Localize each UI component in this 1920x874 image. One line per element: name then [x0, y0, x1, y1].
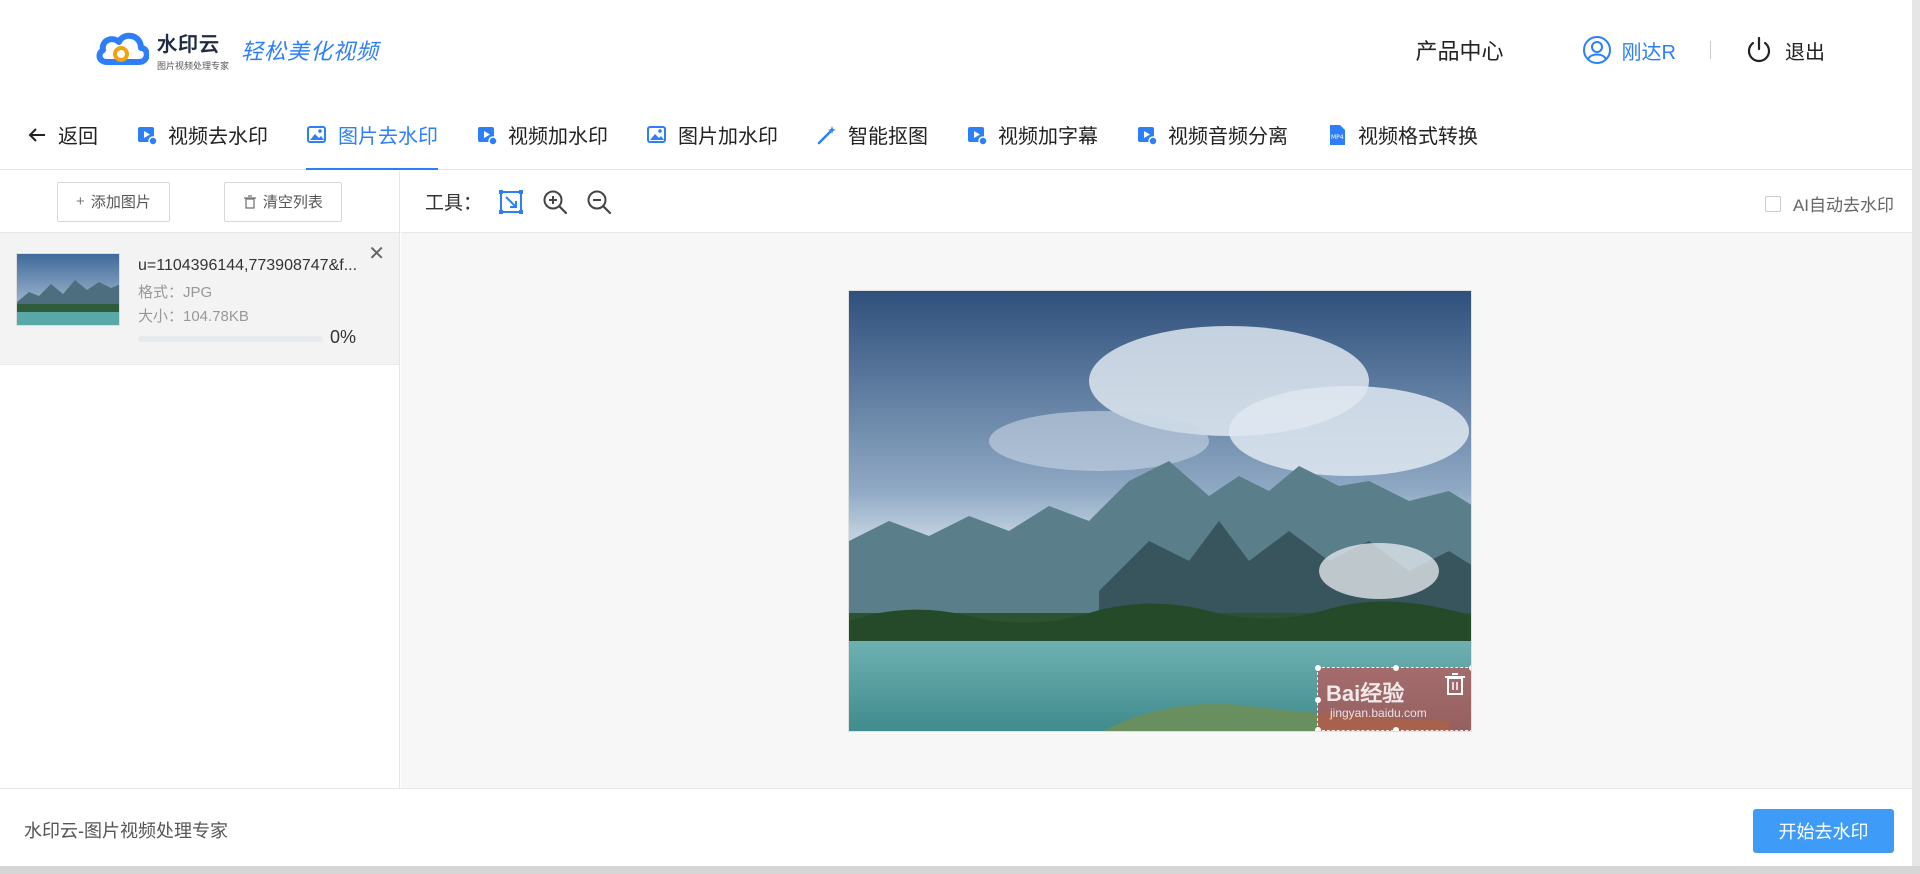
video-icon — [1138, 126, 1158, 146]
arrow-left-icon — [28, 127, 45, 142]
resize-handle[interactable] — [1469, 665, 1471, 671]
file-name: u=1104396144,773908747&f... — [138, 257, 358, 274]
magic-wand-icon — [817, 125, 836, 144]
top-header: 水印云 图片视频处理专家 轻松美化视频 产品中心 刚达R 退出 — [0, 0, 1920, 100]
select-area-icon — [499, 189, 524, 214]
tab-label: 图片去水印 — [338, 126, 438, 148]
back-label: 返回 — [58, 126, 98, 148]
clear-list-button[interactable]: 清空列表 — [223, 181, 342, 222]
tab-video-audio-separation[interactable]: 视频音频分离 — [1136, 100, 1288, 170]
resize-handle[interactable] — [1315, 665, 1321, 671]
image-icon — [307, 125, 326, 143]
user-menu[interactable]: 刚达R — [1582, 35, 1676, 65]
tool-nav: 返回 视频去水印 图片去水印 视频加水印 图片加水印 智能抠图 视频加字幕 视频… — [0, 100, 1920, 170]
watermark-url: jingyan.baidu.com — [1330, 706, 1427, 720]
file-size: 大小：104.78KB — [138, 308, 249, 325]
logo[interactable]: 水印云 图片视频处理专家 轻松美化视频 — [95, 28, 379, 72]
logo-subtitle: 图片视频处理专家 — [157, 61, 230, 71]
tab-video-add-watermark[interactable]: 视频加水印 — [476, 100, 608, 170]
back-button[interactable]: 返回 — [26, 100, 98, 170]
tab-label: 视频加字幕 — [998, 126, 1098, 148]
tab-label: 智能抠图 — [848, 126, 928, 148]
logout-button[interactable]: 退出 — [1745, 36, 1825, 65]
divider — [1710, 41, 1711, 59]
ai-auto-label: AI自动去水印 — [1792, 196, 1894, 215]
watermark-text: Bai经验 — [1326, 681, 1405, 706]
username: 刚达R — [1621, 41, 1676, 64]
tab-label: 图片加水印 — [678, 126, 778, 148]
file-thumbnail — [16, 253, 120, 326]
zoom-in-button[interactable] — [540, 187, 570, 217]
cloud-logo-icon — [96, 32, 149, 65]
footer-bar: 水印云-图片视频处理专家 开始去水印 — [0, 788, 1920, 864]
tab-label: 视频音频分离 — [1168, 126, 1288, 148]
mp4-file-icon: MP4 — [1330, 124, 1345, 145]
svg-text:MP4: MP4 — [1331, 134, 1344, 141]
resize-handle[interactable] — [1315, 697, 1321, 703]
ai-auto-remove-toggle[interactable]: AI自动去水印 — [1764, 191, 1894, 216]
ai-auto-checkbox[interactable] — [1764, 195, 1781, 212]
footer-caption: 水印云-图片视频处理专家 — [24, 821, 228, 841]
resize-handle[interactable] — [1393, 665, 1399, 671]
clear-list-label: 清空列表 — [262, 194, 323, 211]
tab-video-remove-watermark[interactable]: 视频去水印 — [136, 100, 268, 170]
file-format: 格式：JPG — [138, 284, 213, 301]
select-area-tool-button[interactable] — [496, 187, 526, 217]
image-icon — [647, 125, 666, 143]
trash-icon — [243, 194, 256, 209]
progress-text: 0% — [330, 327, 357, 347]
start-remove-watermark-button[interactable]: 开始去水印 — [1753, 809, 1894, 853]
resize-handle[interactable] — [1315, 727, 1321, 731]
tab-image-remove-watermark[interactable]: 图片去水印 — [306, 100, 438, 170]
tools-label: 工具： — [425, 193, 483, 214]
editor-toolbar: 工具： AI自动去水印 — [401, 171, 1920, 233]
tab-video-subtitles[interactable]: 视频加字幕 — [966, 100, 1098, 170]
zoom-out-icon — [587, 190, 612, 214]
resize-handle[interactable] — [1393, 727, 1399, 731]
user-icon — [1582, 36, 1611, 64]
file-list-panel: + 添加图片 清空列表 u=1104396144,773908747&f... … — [0, 171, 400, 788]
vertical-scrollbar[interactable] — [1912, 0, 1920, 866]
power-icon — [1747, 36, 1771, 63]
file-list-item[interactable]: u=1104396144,773908747&f... 格式：JPG 大小：10… — [0, 233, 399, 365]
tab-label: 视频加水印 — [508, 126, 608, 148]
add-image-button[interactable]: + 添加图片 — [57, 181, 170, 222]
video-icon — [968, 126, 988, 146]
tab-smart-cutout[interactable]: 智能抠图 — [816, 100, 928, 170]
video-icon — [138, 126, 158, 146]
video-icon — [478, 126, 498, 146]
tab-video-format-convert[interactable]: MP4 视频格式转换 — [1326, 100, 1478, 170]
horizontal-scrollbar[interactable] — [0, 866, 1920, 874]
logout-label: 退出 — [1785, 41, 1825, 64]
landscape-image — [849, 291, 1471, 731]
remove-file-button[interactable]: ✕ — [368, 241, 385, 266]
plus-icon: + — [76, 193, 85, 210]
tab-label: 视频格式转换 — [1358, 126, 1478, 148]
trash-icon — [1445, 673, 1465, 695]
logo-name: 水印云 — [157, 34, 220, 56]
add-image-label: 添加图片 — [90, 194, 151, 211]
image-canvas[interactable]: Bai经验 jingyan.baidu.com — [848, 290, 1472, 732]
watermark-selection[interactable]: Bai经验 jingyan.baidu.com — [1315, 665, 1471, 731]
editor-panel: 工具： AI自动去水印 Bai经验 jingyan.baidu.com — [401, 171, 1920, 788]
logo-slogan: 轻松美化视频 — [241, 40, 380, 65]
zoom-out-button[interactable] — [584, 187, 614, 217]
progress-bar — [138, 336, 323, 342]
zoom-in-icon — [543, 190, 568, 214]
delete-selection-button[interactable] — [1444, 672, 1466, 701]
tab-image-add-watermark[interactable]: 图片加水印 — [646, 100, 778, 170]
product-center-link[interactable]: 产品中心 — [1416, 34, 1504, 66]
tab-label: 视频去水印 — [168, 126, 268, 148]
